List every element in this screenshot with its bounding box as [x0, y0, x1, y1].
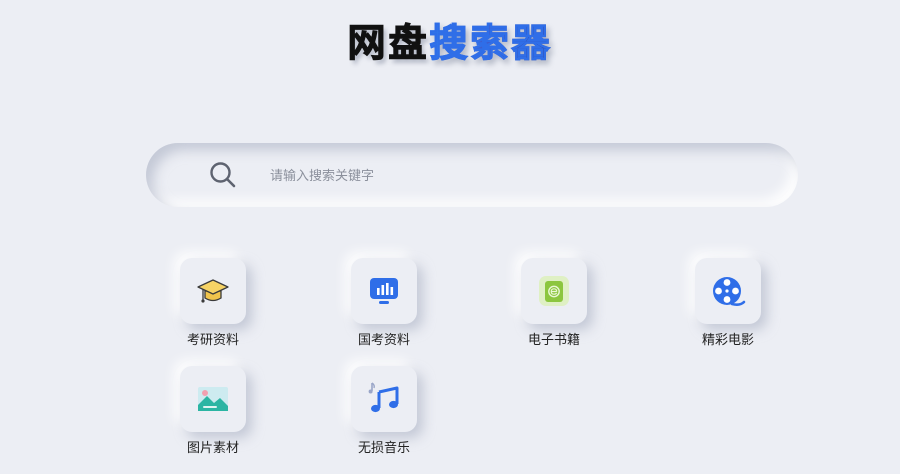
category-label: 无损音乐	[357, 441, 410, 456]
page: 网盘搜索器 考研资料	[0, 0, 900, 474]
category-card[interactable]	[180, 258, 246, 324]
page-title: 网盘搜索器	[0, 18, 900, 68]
category-tile-images[interactable]: 图片素材	[153, 366, 273, 466]
category-label: 图片素材	[186, 441, 239, 456]
film-reel-icon	[713, 277, 746, 306]
title-part-blue: 搜索器	[429, 20, 553, 65]
category-tile-movie[interactable]: 精彩电影	[668, 258, 788, 358]
category-label: 考研资料	[186, 333, 239, 348]
category-card[interactable]	[180, 366, 246, 432]
category-label: 精彩电影	[701, 333, 754, 348]
graduation-cap-icon	[197, 279, 229, 303]
search-bar[interactable]	[146, 143, 798, 207]
category-tile-music[interactable]: 无损音乐	[324, 366, 444, 466]
landscape-image-icon	[198, 387, 228, 411]
category-card[interactable]	[521, 258, 587, 324]
search-icon[interactable]	[208, 160, 238, 190]
music-note-icon	[368, 382, 399, 413]
category-card[interactable]	[351, 258, 417, 324]
ebook-icon	[539, 276, 569, 306]
category-card[interactable]	[351, 366, 417, 432]
category-card[interactable]	[695, 258, 761, 324]
category-tile-ebook[interactable]: 电子书籍	[494, 258, 614, 358]
category-label: 国考资料	[357, 333, 410, 348]
search-input[interactable]	[268, 159, 752, 193]
chart-screen-icon	[370, 278, 398, 304]
category-tile-guokao[interactable]: 国考资料	[324, 258, 444, 358]
category-label: 电子书籍	[527, 333, 580, 348]
category-tile-kaoyan[interactable]: 考研资料	[153, 258, 273, 358]
title-part-dark: 网盘	[347, 20, 430, 65]
